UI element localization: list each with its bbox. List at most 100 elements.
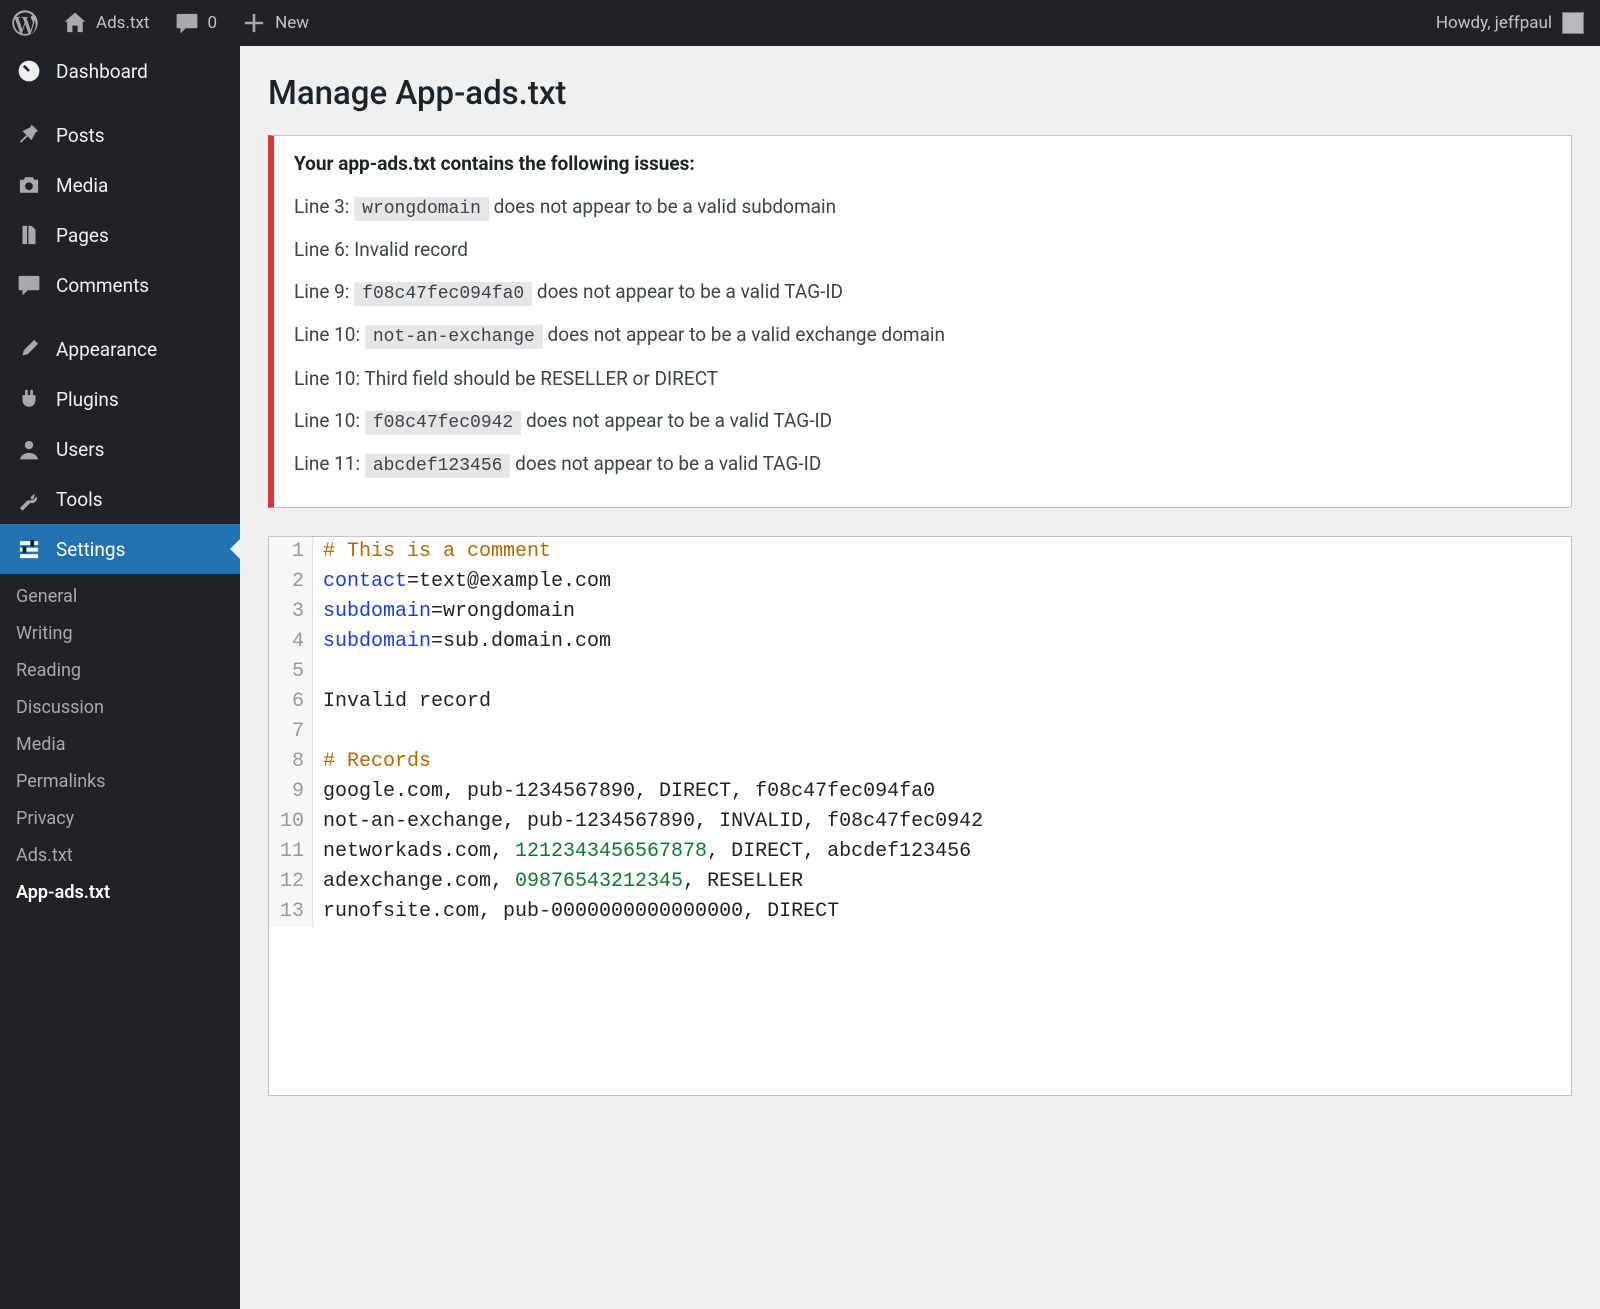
wp-logo[interactable] [0,0,50,46]
wrench-icon [16,486,42,512]
main-content: Manage App-ads.txt Your app-ads.txt cont… [240,46,1600,1309]
submenu-item-permalinks[interactable]: Permalinks [0,763,240,800]
submenu-item-discussion[interactable]: Discussion [0,689,240,726]
editor-line[interactable]: 4subdomain=sub.domain.com [269,627,1571,657]
menu-label: Pages [56,224,109,247]
comment-icon [16,272,42,298]
brush-icon [16,336,42,362]
sidebar-item-plugins[interactable]: Plugins [0,374,240,424]
toolbar-new[interactable]: New [229,0,321,46]
site-name: Ads.txt [96,13,150,33]
editor-line[interactable]: 6Invalid record [269,687,1571,717]
dashboard-icon [16,58,42,84]
issue-row: Line 10: not-an-exchange does not appear… [294,317,1551,354]
editor-line[interactable]: 11networkads.com, 1212343456567878, DIRE… [269,837,1571,867]
line-number: 11 [269,837,313,867]
home-icon [62,10,88,36]
user-icon [16,436,42,462]
sidebar-item-media[interactable]: Media [0,160,240,210]
sidebar-item-users[interactable]: Users [0,424,240,474]
submenu-item-writing[interactable]: Writing [0,615,240,652]
issue-row: Line 6: Invalid record [294,232,1551,268]
pages-icon [16,222,42,248]
toolbar-comments[interactable]: 0 [162,0,230,46]
issue-row: Line 10: f08c47fec0942 does not appear t… [294,403,1551,440]
plus-icon [241,10,267,36]
error-notice: Your app-ads.txt contains the following … [268,135,1572,508]
menu-label: Users [56,438,104,461]
issue-row: Line 11: abcdef123456 does not appear to… [294,446,1551,483]
line-number: 4 [269,627,313,657]
line-number: 3 [269,597,313,627]
admin-sidebar: Dashboard Posts Media Pages Comments Appearan… [0,46,240,1309]
site-home[interactable]: Ads.txt [50,0,162,46]
sidebar-item-pages[interactable]: Pages [0,210,240,260]
issue-code: abcdef123456 [365,454,511,478]
menu-label: Plugins [56,388,119,411]
sliders-icon [16,536,42,562]
sidebar-item-tools[interactable]: Tools [0,474,240,524]
sidebar-item-appearance[interactable]: Appearance [0,324,240,374]
plug-icon [16,386,42,412]
comment-count: 0 [208,13,218,33]
code-editor[interactable]: 1# This is a comment2contact=text@exampl… [268,536,1572,1096]
line-number: 6 [269,687,313,717]
username: jeffpaul [1495,13,1552,33]
submenu-item-ads-txt[interactable]: Ads.txt [0,837,240,874]
issue-row: Line 10: Third field should be RESELLER … [294,361,1551,397]
issue-list: Line 3: wrongdomain does not appear to b… [294,189,1551,483]
camera-icon [16,172,42,198]
submenu-item-privacy[interactable]: Privacy [0,800,240,837]
toolbar-account[interactable]: Howdy, jeffpaul [1436,12,1590,34]
line-number: 8 [269,747,313,777]
line-number: 2 [269,567,313,597]
editor-line[interactable]: 2contact=text@example.com [269,567,1571,597]
notice-heading: Your app-ads.txt contains the following … [294,152,1551,175]
issue-row: Line 3: wrongdomain does not appear to b… [294,189,1551,226]
issue-row: Line 9: f08c47fec094fa0 does not appear … [294,274,1551,311]
sidebar-item-settings[interactable]: Settings [0,524,240,574]
settings-submenu: GeneralWritingReadingDiscussionMediaPerm… [0,574,240,921]
submenu-item-app-ads-txt[interactable]: App-ads.txt [0,874,240,911]
editor-line[interactable]: 5 [269,657,1571,687]
pin-icon [16,122,42,148]
issue-code: f08c47fec0942 [365,411,521,435]
line-number: 9 [269,777,313,807]
editor-line[interactable]: 3subdomain=wrongdomain [269,597,1571,627]
wordpress-icon [12,10,38,36]
menu-label: Posts [56,124,105,147]
submenu-item-general[interactable]: General [0,578,240,615]
menu-label: Tools [56,488,103,511]
sidebar-item-posts[interactable]: Posts [0,110,240,160]
menu-label: Settings [56,538,125,561]
editor-line[interactable]: 7 [269,717,1571,747]
toolbar-left: Ads.txt 0 New [0,0,321,46]
issue-code: not-an-exchange [365,325,543,349]
submenu-item-reading[interactable]: Reading [0,652,240,689]
sidebar-item-comments[interactable]: Comments [0,260,240,310]
editor-line[interactable]: 8# Records [269,747,1571,777]
sidebar-item-dashboard[interactable]: Dashboard [0,46,240,96]
issue-code: wrongdomain [354,197,489,221]
avatar [1562,12,1584,34]
line-number: 12 [269,867,313,897]
line-number: 1 [269,537,313,567]
submenu-item-media[interactable]: Media [0,726,240,763]
comment-icon [174,10,200,36]
editor-line[interactable]: 13runofsite.com, pub-0000000000000000, D… [269,897,1571,927]
page-title: Manage App-ads.txt [268,74,1572,113]
menu-label: Dashboard [56,60,148,83]
menu-label: Appearance [56,338,157,361]
menu-label: Media [56,174,108,197]
editor-line[interactable]: 9google.com, pub-1234567890, DIRECT, f08… [269,777,1571,807]
line-number: 10 [269,807,313,837]
admin-toolbar: Ads.txt 0 New Howdy, jeffpaul [0,0,1600,46]
line-number: 13 [269,897,313,927]
line-number: 7 [269,717,313,747]
editor-line[interactable]: 1# This is a comment [269,537,1571,567]
menu-label: Comments [56,274,149,297]
editor-line[interactable]: 12adexchange.com, 09876543212345, RESELL… [269,867,1571,897]
issue-code: f08c47fec094fa0 [354,282,532,306]
new-label: New [275,13,309,33]
editor-line[interactable]: 10not-an-exchange, pub-1234567890, INVAL… [269,807,1571,837]
